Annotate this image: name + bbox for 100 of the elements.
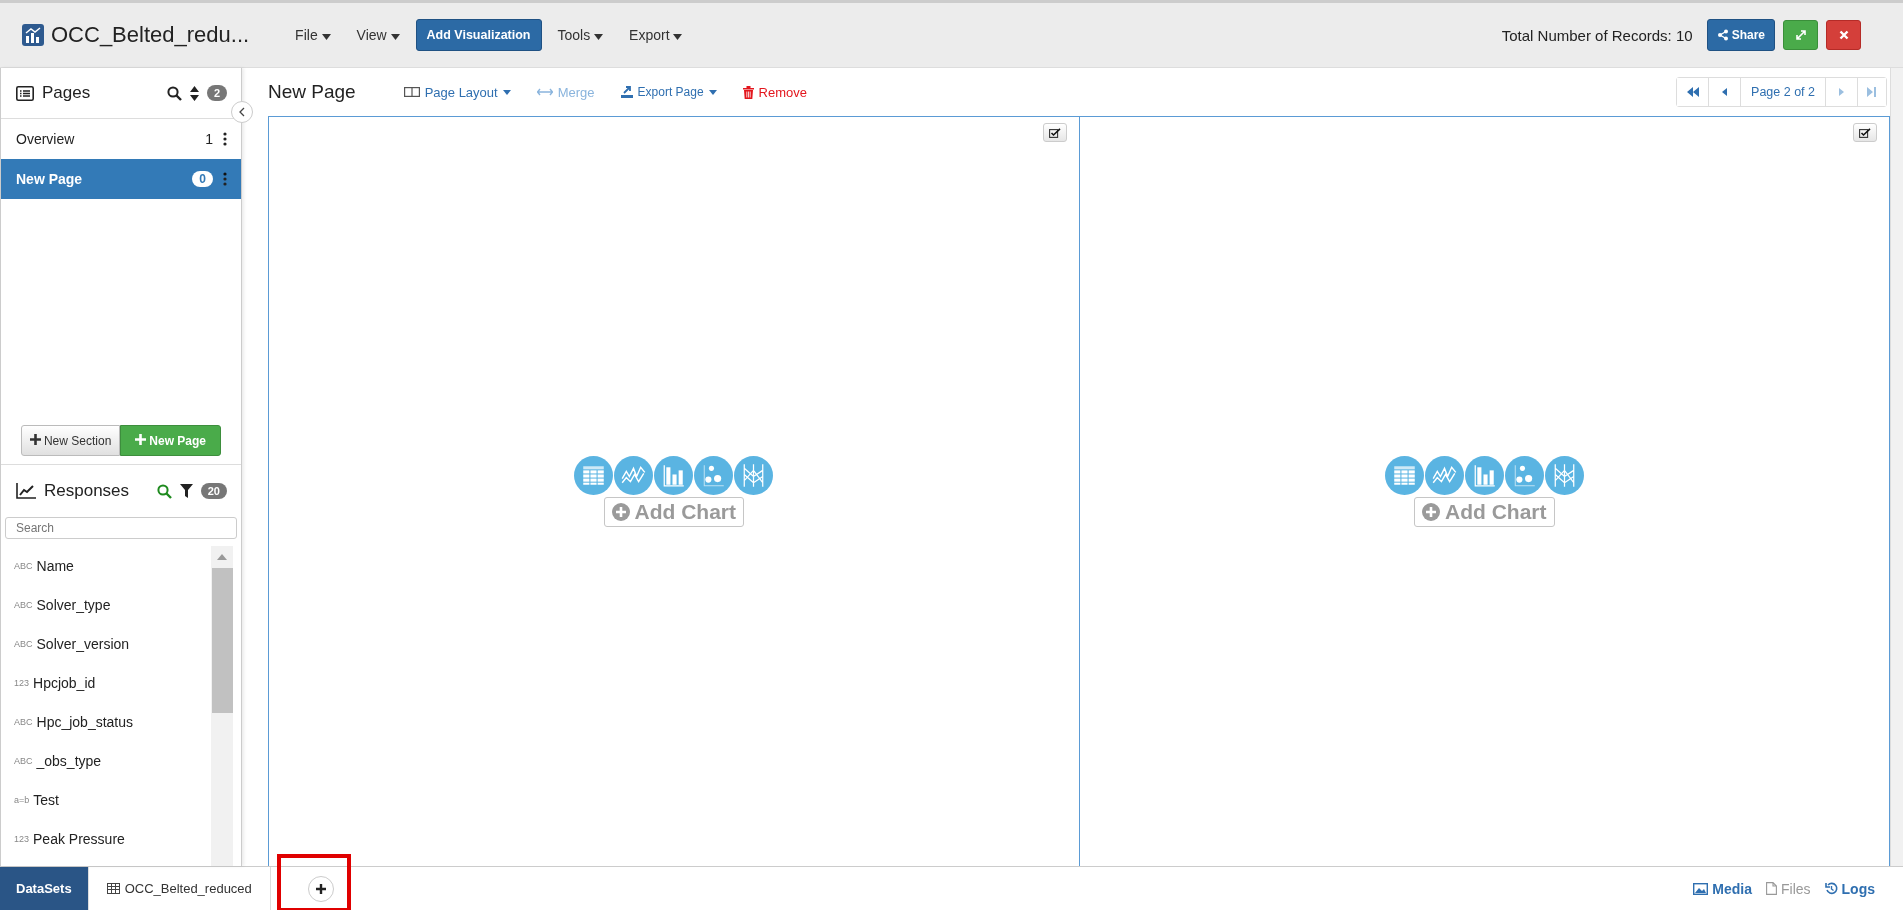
field-name: Peak Pressure [33,830,125,847]
bar-chart-icon[interactable] [1464,456,1504,495]
list-icon [16,85,34,101]
chart-logo-icon [22,24,44,46]
more-icon[interactable] [223,132,227,146]
export-button[interactable]: Export Page [620,85,717,99]
columns-icon [403,87,420,97]
close-icon [1838,30,1849,40]
parallel-coordinates-icon[interactable] [1544,456,1584,495]
media-link[interactable]: Media [1693,867,1752,910]
table-icon[interactable] [574,456,614,495]
file-icon [1766,882,1777,895]
scroll-up-icon[interactable] [217,554,227,560]
field-item[interactable]: ABC _obs_type [1,741,211,780]
type-label: ABC [14,560,33,571]
select-button[interactable] [1853,123,1877,142]
line-chart-icon [16,483,36,499]
page-name: New Page [16,171,84,187]
menu-button[interactable]: Tools [547,21,614,49]
table-icon [106,883,120,894]
page-title: New Page [268,81,356,103]
plus-circle-icon [1422,503,1440,521]
count-badge: 20 [200,483,227,499]
table-icon[interactable] [1384,456,1424,495]
type-label: 123 [14,833,30,844]
field-item[interactable]: ABC Name [1,546,211,585]
scatter-chart-icon[interactable] [1504,456,1544,495]
expand-icon [1794,29,1807,41]
field-item[interactable]: ABC Hpc_job_status [1,702,211,741]
panel-title: Pages [42,83,91,103]
page-item[interactable]: New Page 0 [1,159,241,199]
sort-icon[interactable] [189,85,199,101]
field-item[interactable]: 123 Peak Pressure [1,819,211,858]
add-tab-button[interactable] [307,875,334,902]
first-page-icon [1686,87,1699,97]
checkbox-icon [1048,127,1061,138]
select-button[interactable] [1042,123,1067,142]
field-name: Hpcjob_id [33,674,96,691]
page-count: 1 [205,131,213,147]
collapse-button[interactable] [231,101,253,123]
parallel-coordinates-icon[interactable] [734,456,774,495]
caret-icon [708,89,717,95]
trash-icon [742,85,754,99]
field-name: Solver_version [36,635,130,652]
caret-icon [321,34,331,40]
page-count: 0 [192,171,213,187]
plus-icon [314,882,327,895]
caret-icon [673,34,683,40]
search-icon[interactable] [166,85,182,101]
field-name: _obs_type [36,752,102,769]
checkbox-icon [1859,127,1871,138]
scrollbar[interactable] [211,546,233,866]
type-label: ABC [14,638,33,649]
line-chart-icon[interactable] [614,456,654,495]
dataset-tab[interactable]: DataSets [0,867,89,910]
app-title: OCC_Belted_redu... [51,22,250,48]
plus-circle-icon [611,503,630,521]
image-icon [1693,882,1709,895]
count-badge: 2 [206,85,227,101]
field-item[interactable]: ABC Solver_type [1,585,211,624]
type-label: ABC [14,716,33,727]
double-arrow-icon [536,88,553,96]
bar-chart-icon[interactable] [654,456,694,495]
history-icon [1824,882,1838,895]
panel-title: Responses [44,481,130,501]
new-section-button[interactable]: New Section [20,425,121,456]
menu-button[interactable]: Export [619,21,693,49]
menu-button[interactable]: File [285,21,341,49]
scatter-chart-icon[interactable] [694,456,734,495]
export-icon [620,86,633,98]
type-label: ABC [14,755,33,766]
field-name: Solver_type [36,596,111,613]
field-item[interactable]: a=b Test [1,780,211,819]
chevron-left-icon [239,107,245,117]
caret-icon [502,89,511,95]
add-visualization-button[interactable]: Add Visualization [415,19,542,51]
window-scrollbar[interactable] [1890,68,1903,866]
remove-button[interactable]: Remove [742,84,807,100]
field-item[interactable]: ABC Solver_version [1,624,211,663]
field-item[interactable]: 123 Hpcjob_id [1,663,211,702]
caret-icon [390,34,400,40]
logs-link[interactable]: Logs [1824,867,1875,910]
filter-icon[interactable] [179,484,193,498]
close-button[interactable] [1826,20,1861,50]
plus-icon [29,433,41,445]
line-chart-icon[interactable] [1424,456,1464,495]
share-button[interactable]: Share [1706,19,1775,51]
records-count: Total Number of Records: 10 [1501,26,1693,44]
page-item[interactable]: Overview 1 [1,119,241,159]
type-label: a=b [14,794,30,805]
layout-button[interactable]: Page Layout [403,84,511,100]
search-field[interactable]: Search [5,517,237,539]
share-icon [1716,29,1729,41]
previous-icon [1722,88,1728,96]
first-page-button[interactable] [1677,78,1710,106]
type-label: 123 [14,677,30,688]
menu-button[interactable]: View [346,21,410,49]
expand-button[interactable] [1783,20,1818,50]
field-name: Hpc_job_status [36,713,134,730]
type-label: ABC [14,599,33,610]
